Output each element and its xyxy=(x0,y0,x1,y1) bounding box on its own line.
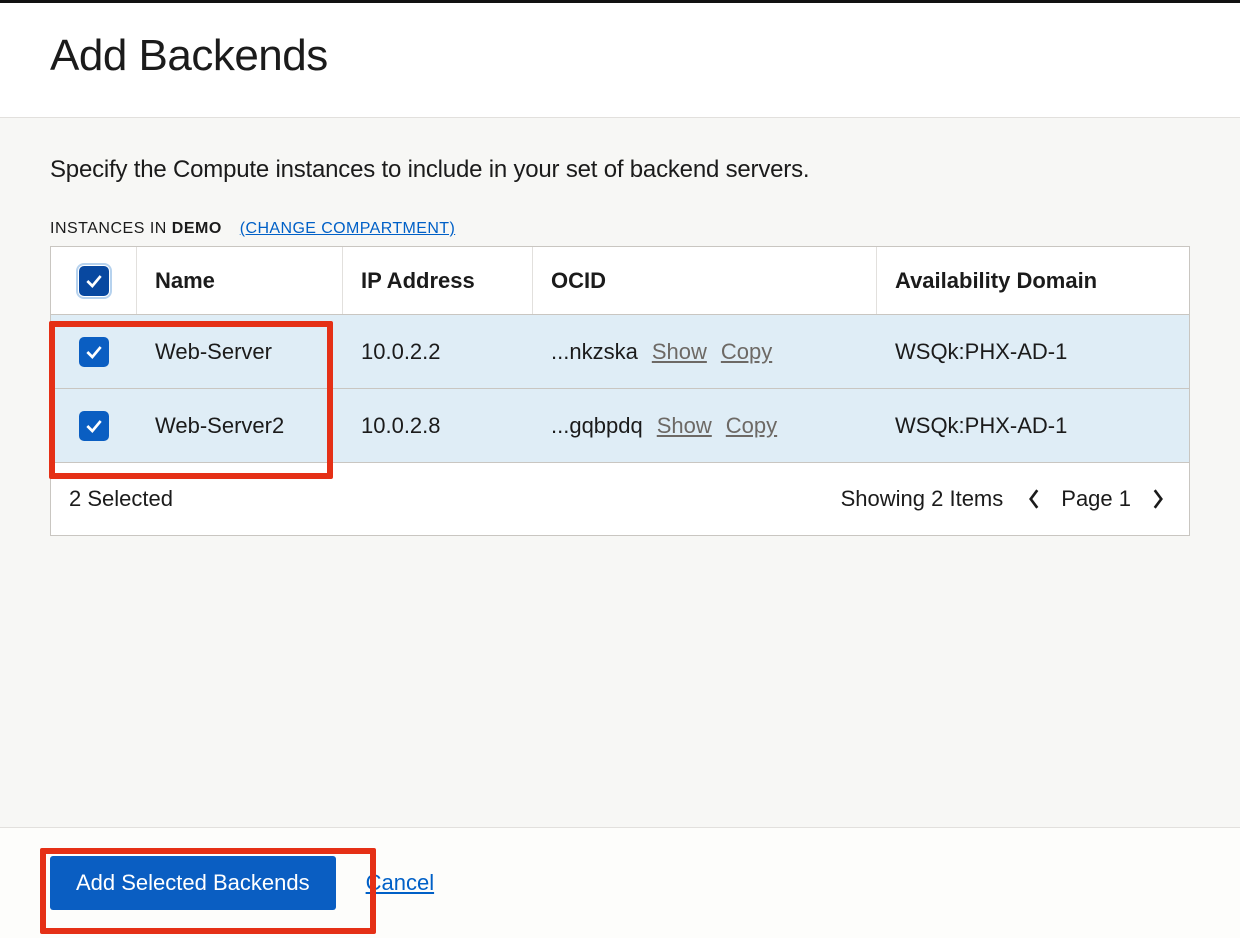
header-check-cell xyxy=(51,247,137,314)
cell-ad: WSQk:PHX-AD-1 xyxy=(877,315,1189,388)
row-checkbox[interactable] xyxy=(79,337,109,367)
check-icon xyxy=(84,342,104,362)
ocid-show-link[interactable]: Show xyxy=(652,339,707,365)
table-row: Web-Server2 10.0.2.8 ...gqbpdq Show Copy… xyxy=(51,389,1189,463)
table-row: Web-Server 10.0.2.2 ...nkzska Show Copy … xyxy=(51,315,1189,389)
change-compartment-link[interactable]: (CHANGE COMPARTMENT) xyxy=(240,220,455,238)
chevron-right-icon xyxy=(1151,488,1165,510)
selected-count: 2 Selected xyxy=(69,486,173,512)
cell-ip: 10.0.2.2 xyxy=(343,315,533,388)
pager: Page 1 xyxy=(1021,486,1171,512)
showing-count: Showing 2 Items xyxy=(841,486,1004,512)
page-header: Add Backends xyxy=(0,3,1240,118)
row-check-cell xyxy=(51,389,137,462)
cell-ocid: ...gqbpdq Show Copy xyxy=(533,389,877,462)
compartment-name: DEMO xyxy=(172,220,222,237)
table-header-row: Name IP Address OCID Availability Domain xyxy=(51,247,1189,315)
select-all-checkbox[interactable] xyxy=(79,266,109,296)
col-name: Name xyxy=(137,247,343,314)
cell-ad: WSQk:PHX-AD-1 xyxy=(877,389,1189,462)
ocid-tail: ...gqbpdq xyxy=(551,413,643,439)
add-selected-backends-button[interactable]: Add Selected Backends xyxy=(50,856,336,910)
col-ocid: OCID xyxy=(533,247,877,314)
page-indicator: Page 1 xyxy=(1061,486,1131,512)
ocid-copy-link[interactable]: Copy xyxy=(721,339,772,365)
cell-ip: 10.0.2.8 xyxy=(343,389,533,462)
cancel-button[interactable]: Cancel xyxy=(366,870,434,896)
prev-page-button[interactable] xyxy=(1021,486,1047,512)
row-checkbox[interactable] xyxy=(79,411,109,441)
row-check-cell xyxy=(51,315,137,388)
col-ad: Availability Domain xyxy=(877,247,1189,314)
col-ip: IP Address xyxy=(343,247,533,314)
pagination-group: Showing 2 Items Page 1 xyxy=(841,486,1171,512)
cell-name: Web-Server2 xyxy=(137,389,343,462)
page-title: Add Backends xyxy=(50,31,1190,81)
check-icon xyxy=(84,416,104,436)
compartment-row: INSTANCES IN DEMO (CHANGE COMPARTMENT) xyxy=(50,220,1190,238)
cell-ocid: ...nkzska Show Copy xyxy=(533,315,877,388)
footer-bar: Add Selected Backends Cancel xyxy=(0,827,1240,938)
compartment-label: INSTANCES IN DEMO xyxy=(50,220,222,238)
check-icon xyxy=(84,271,104,291)
ocid-show-link[interactable]: Show xyxy=(657,413,712,439)
next-page-button[interactable] xyxy=(1145,486,1171,512)
intro-text: Specify the Compute instances to include… xyxy=(50,156,1190,184)
chevron-left-icon xyxy=(1027,488,1041,510)
table-footer: 2 Selected Showing 2 Items Page 1 xyxy=(51,463,1189,535)
ocid-copy-link[interactable]: Copy xyxy=(726,413,777,439)
instances-table: Name IP Address OCID Availability Domain… xyxy=(50,246,1190,536)
cell-name: Web-Server xyxy=(137,315,343,388)
content-area: Specify the Compute instances to include… xyxy=(0,118,1240,536)
ocid-tail: ...nkzska xyxy=(551,339,638,365)
compartment-prefix: INSTANCES IN xyxy=(50,220,172,237)
